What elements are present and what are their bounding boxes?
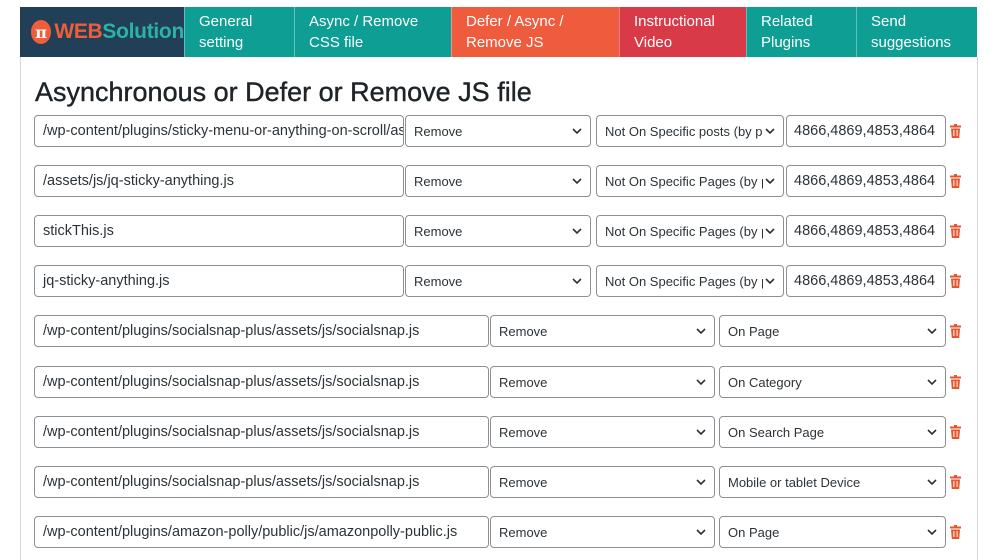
tab-related-plugins[interactable]: Related Plugins: [746, 7, 856, 57]
action-select[interactable]: Remove: [490, 365, 715, 398]
chevron-down-icon: [695, 426, 707, 438]
chevron-down-icon: [764, 125, 776, 137]
tab-instructional-video[interactable]: Instructional Video: [619, 7, 746, 57]
tab-send-suggestions[interactable]: Send suggestions: [856, 7, 977, 57]
condition-select[interactable]: On Page: [719, 315, 946, 348]
js-rule-row: /wp-content/plugins/socialsnap-plus/asse…: [0, 465, 1000, 500]
trash-icon[interactable]: [950, 424, 961, 439]
chevron-down-icon: [926, 325, 938, 337]
tab-general-setting[interactable]: General setting: [184, 7, 294, 57]
post-ids-input[interactable]: 4866,4869,4853,4864: [786, 215, 946, 248]
action-select[interactable]: Remove: [405, 115, 591, 147]
chevron-down-icon: [571, 125, 583, 137]
action-select[interactable]: Remove: [405, 215, 591, 248]
action-select[interactable]: Remove: [490, 315, 715, 348]
chevron-down-icon: [926, 376, 938, 388]
js-rule-row: /wp-content/plugins/sticky-menu-or-anyth…: [0, 115, 1000, 149]
trash-icon[interactable]: [950, 374, 961, 389]
tab-defer-async-remove-js[interactable]: Defer / Async / Remove JS: [451, 7, 619, 57]
trash-icon[interactable]: [950, 524, 961, 539]
script-path-input[interactable]: /assets/js/jq-sticky-anything.js: [34, 165, 404, 198]
script-path-input[interactable]: /wp-content/plugins/amazon-polly/public/…: [34, 515, 489, 548]
chevron-down-icon: [695, 376, 707, 388]
chevron-down-icon: [695, 526, 707, 538]
action-select[interactable]: Remove: [490, 415, 715, 448]
js-rule-row: /wp-content/plugins/socialsnap-plus/asse…: [0, 415, 1000, 450]
script-path-input[interactable]: /wp-content/plugins/socialsnap-plus/asse…: [34, 415, 489, 448]
js-rule-row: /assets/js/jq-sticky-anything.js Remove No…: [0, 165, 1000, 199]
js-rule-row: /wp-content/plugins/socialsnap-plus/asse…: [0, 365, 1000, 400]
condition-select[interactable]: On Search Page: [719, 415, 946, 448]
action-select[interactable]: Remove: [405, 265, 591, 298]
condition-select[interactable]: Not On Specific Pages (by path): [596, 215, 784, 248]
js-rule-row: jq-sticky-anything.js Remove Not On Specif…: [0, 265, 1000, 299]
action-select[interactable]: Remove: [405, 165, 591, 198]
chevron-down-icon: [571, 175, 583, 187]
trash-icon[interactable]: [950, 124, 961, 138]
trash-icon[interactable]: [950, 274, 961, 289]
js-rule-row: /wp-content/plugins/socialsnap-plus/asse…: [0, 315, 1000, 349]
chevron-down-icon: [764, 175, 776, 187]
trash-icon[interactable]: [950, 324, 961, 339]
condition-select[interactable]: Not On Specific Pages (by path): [596, 165, 784, 198]
condition-select[interactable]: On Page: [719, 515, 946, 548]
chevron-down-icon: [695, 476, 707, 488]
chevron-down-icon: [571, 275, 583, 287]
js-rule-row: stickThis.js Remove Not On Specific Pages …: [0, 215, 1000, 249]
chevron-down-icon: [571, 225, 583, 237]
tab-async-remove-css[interactable]: Async / Remove CSS file: [294, 7, 451, 57]
js-rule-row: /wp-content/plugins/amazon-polly/public/…: [0, 515, 1000, 550]
condition-select[interactable]: On Category: [719, 365, 946, 398]
script-path-input[interactable]: /wp-content/plugins/socialsnap-plus/asse…: [34, 315, 489, 348]
trash-icon[interactable]: [950, 224, 961, 239]
logo-pi-icon: π: [31, 20, 52, 44]
top-nav: π WEBSolution General setting Async / Rem…: [20, 7, 977, 57]
post-ids-input[interactable]: 4866,4869,4853,4864: [786, 265, 946, 298]
post-ids-input[interactable]: 4866,4869,4853,4864: [786, 165, 946, 198]
logo-text: WEBSolution: [54, 20, 184, 43]
chevron-down-icon: [926, 426, 938, 438]
script-path-input[interactable]: /wp-content/plugins/sticky-menu-or-anyth…: [34, 115, 404, 147]
chevron-down-icon: [764, 225, 776, 237]
trash-icon[interactable]: [950, 474, 961, 489]
script-path-input[interactable]: /wp-content/plugins/socialsnap-plus/asse…: [34, 465, 489, 498]
action-select[interactable]: Remove: [490, 515, 715, 548]
chevron-down-icon: [926, 476, 938, 488]
condition-select[interactable]: Mobile or tablet Device: [719, 465, 946, 498]
trash-icon[interactable]: [950, 174, 961, 189]
script-path-input[interactable]: /wp-content/plugins/socialsnap-plus/asse…: [34, 365, 489, 398]
chevron-down-icon: [764, 275, 776, 287]
script-path-input[interactable]: stickThis.js: [34, 215, 404, 248]
post-ids-input[interactable]: 4866,4869,4853,4864: [786, 115, 946, 147]
condition-select[interactable]: Not On Specific Pages (by path): [596, 265, 784, 298]
script-path-input[interactable]: jq-sticky-anything.js: [34, 265, 404, 298]
chevron-down-icon: [926, 526, 938, 538]
chevron-down-icon: [695, 325, 707, 337]
page-title: Asynchronous or Defer or Remove JS file: [35, 77, 532, 107]
logo[interactable]: π WEBSolution: [20, 7, 184, 57]
condition-select[interactable]: Not On Specific posts (by path): [596, 115, 784, 147]
action-select[interactable]: Remove: [490, 465, 715, 498]
